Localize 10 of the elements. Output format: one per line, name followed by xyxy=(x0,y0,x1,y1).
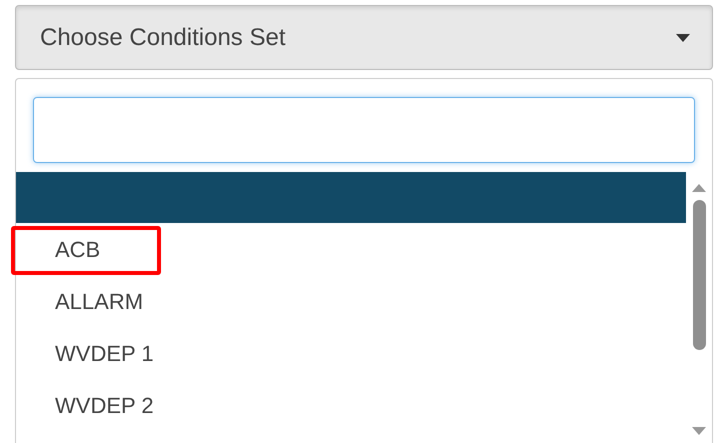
scrollbar-thumb[interactable] xyxy=(692,200,706,350)
scroll-up-icon[interactable] xyxy=(692,184,706,192)
option-item[interactable]: ACB xyxy=(16,223,686,275)
option-item[interactable]: WVDEP 2 xyxy=(16,379,686,431)
scroll-down-icon[interactable] xyxy=(692,427,706,435)
conditions-set-select[interactable]: Choose Conditions Set xyxy=(15,5,713,70)
search-field[interactable] xyxy=(33,97,695,163)
option-item[interactable]: ALLARM xyxy=(16,275,686,327)
option-item[interactable]: WVDEP 1 xyxy=(16,327,686,379)
caret-icon xyxy=(676,34,690,42)
